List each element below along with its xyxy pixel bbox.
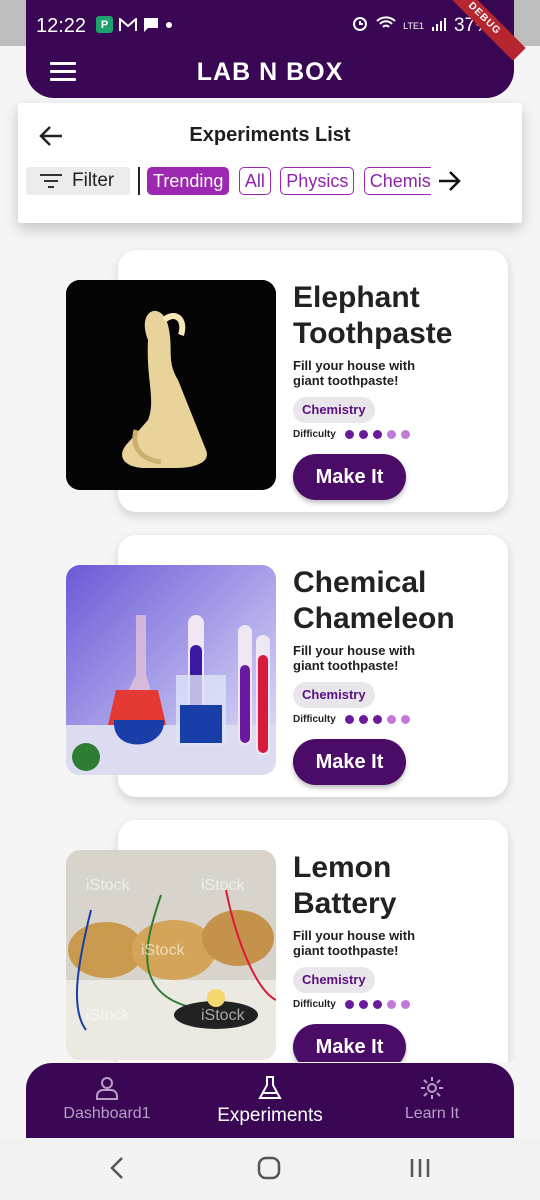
dot-icon (165, 21, 173, 29)
difficulty-dot (358, 715, 368, 724)
system-navigation-bar (0, 1138, 540, 1200)
watermark-text: iStock (201, 877, 246, 894)
category-tag: Chemistry (293, 397, 375, 423)
chips-scroll-arrow-icon[interactable] (435, 169, 463, 193)
difficulty-dot (372, 715, 382, 724)
message-icon (143, 17, 159, 33)
network-label: LTE1 (403, 21, 424, 31)
experiment-title: Chemical Chameleon (293, 566, 455, 635)
difficulty-label: Difficulty (293, 429, 336, 440)
filter-button[interactable]: Filter (26, 167, 130, 195)
experiment-description: Fill your house with giant toothpaste! (293, 643, 416, 673)
nav-label: Dashboard1 (63, 1105, 151, 1122)
notification-icons: P (96, 16, 173, 33)
experiment-description: Fill your house with giant toothpaste! (293, 928, 416, 958)
difficulty-dot (344, 715, 354, 724)
category-chips: Trending All Physics Chemis (147, 167, 431, 195)
nav-label: Learn It (404, 1105, 460, 1122)
nav-experiments[interactable]: Experiments (195, 1075, 345, 1127)
nav-learn[interactable]: Learn It (357, 1075, 507, 1123)
experiment-image: iStock iStock iStock iStock iStock (66, 850, 276, 1060)
category-tag: Chemistry (293, 967, 375, 993)
difficulty-label: Difficulty (293, 714, 336, 725)
watermark-text: iStock (201, 1007, 246, 1024)
difficulty-dot (372, 430, 382, 439)
status-bar: 12:22 P LTE1 37% DEBUG (26, 0, 526, 61)
difficulty-dot (358, 1000, 368, 1009)
make-it-button[interactable]: Make It (293, 739, 406, 785)
experiments-list[interactable]: Elephant Toothpaste Fill your house with… (0, 240, 540, 1062)
experiment-description: Fill your house with giant toothpaste! (293, 358, 416, 388)
bottom-navigation: Dashboard1 Experiments Learn It (26, 1063, 514, 1138)
make-it-button[interactable]: Make It (293, 454, 406, 500)
chip-trending[interactable]: Trending (147, 167, 230, 195)
experiment-image (66, 565, 276, 775)
difficulty-row: Difficulty (293, 429, 410, 440)
difficulty-dot (386, 430, 396, 439)
category-tag: Chemistry (293, 682, 375, 708)
system-home-icon[interactable] (257, 1156, 281, 1185)
nav-label: Experiments (217, 1105, 323, 1126)
mail-icon (119, 17, 137, 32)
experiment-title: Lemon Battery (293, 851, 397, 920)
chip-all[interactable]: All (238, 167, 271, 195)
filter-icon (40, 174, 62, 188)
make-it-button[interactable]: Make It (293, 1024, 406, 1062)
experiment-image (66, 280, 276, 490)
watermark-text: iStock (141, 942, 186, 959)
difficulty-dot (386, 1000, 396, 1009)
difficulty-label: Difficulty (293, 999, 336, 1010)
flask-icon (258, 1076, 282, 1099)
chip-physics[interactable]: Physics (280, 167, 355, 195)
status-time: 12:22 (36, 15, 87, 37)
app-notification-icon: P (96, 16, 113, 33)
chip-chemistry[interactable]: Chemis (363, 167, 431, 195)
difficulty-dot (372, 1000, 382, 1009)
difficulty-dot (344, 1000, 354, 1009)
wifi-icon (376, 15, 396, 37)
app-header: 12:22 P LTE1 37% DEBUG LAB N BOX (26, 0, 526, 98)
signal-icon (431, 15, 447, 37)
chip-divider (138, 167, 140, 195)
experiments-toolbar: Experiments List Filter Trending All Phy… (18, 103, 522, 223)
watermark-text: iStock (86, 877, 131, 894)
difficulty-row: Difficulty (293, 999, 410, 1010)
difficulty-dot (358, 430, 368, 439)
difficulty-dot (344, 430, 354, 439)
filter-label: Filter (72, 170, 115, 191)
system-back-icon[interactable] (108, 1156, 126, 1185)
gear-icon (421, 1077, 443, 1099)
system-recents-icon[interactable] (408, 1156, 432, 1185)
page-title: Experiments List (189, 124, 351, 146)
difficulty-row: Difficulty (293, 714, 410, 725)
alarm-icon (351, 14, 369, 38)
difficulty-dot (386, 715, 396, 724)
nav-dashboard[interactable]: Dashboard1 (32, 1075, 182, 1123)
app-title: LAB N BOX (196, 58, 344, 86)
difficulty-dot (400, 430, 410, 439)
person-icon (96, 1077, 118, 1100)
difficulty-dot (400, 1000, 410, 1009)
watermark-text: iStock (86, 1007, 131, 1024)
difficulty-dot (400, 715, 410, 724)
experiment-title: Elephant Toothpaste (293, 281, 453, 350)
